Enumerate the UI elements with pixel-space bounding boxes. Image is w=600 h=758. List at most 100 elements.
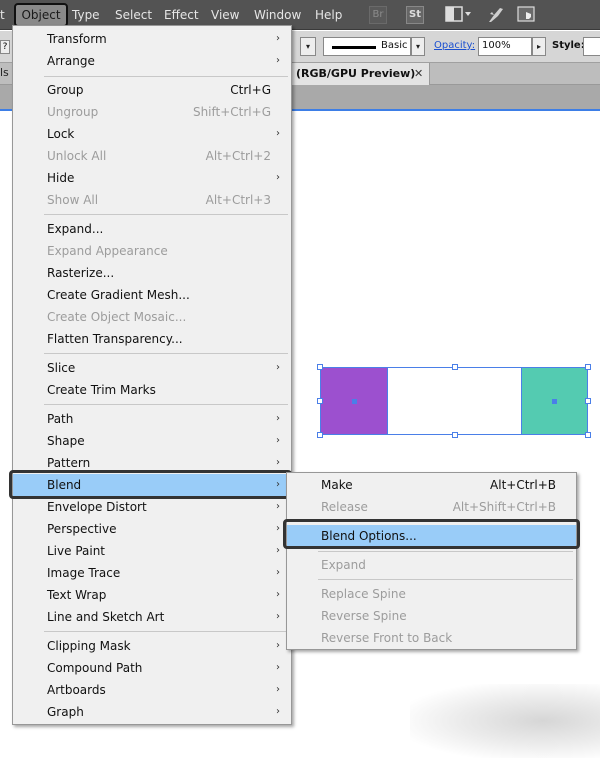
- submenu-item-expand[interactable]: Expand: [287, 554, 576, 576]
- menu-item-hide[interactable]: Hide ›: [13, 167, 291, 189]
- illustrator-window: { "menubar": { "partial_left": "t", "ite…: [0, 0, 600, 758]
- close-tab-icon[interactable]: ✕: [414, 63, 423, 85]
- menu-item-artboards[interactable]: Artboards ›: [13, 679, 291, 701]
- stroke-profile-dropdown[interactable]: ▾: [411, 37, 425, 56]
- document-tab-label: (RGB/GPU Preview): [296, 67, 416, 80]
- opacity-input[interactable]: 100%: [478, 37, 532, 56]
- menu-item-text-wrap[interactable]: Text Wrap ›: [13, 584, 291, 606]
- submenu-arrow-icon: ›: [276, 172, 280, 183]
- menu-item-line-sketch-art[interactable]: Line and Sketch Art ›: [13, 606, 291, 628]
- menu-separator: [44, 404, 288, 405]
- stock-icon[interactable]: St: [406, 6, 424, 24]
- menu-item-envelope-distort[interactable]: Envelope Distort ›: [13, 496, 291, 518]
- menu-item-expand-appearance[interactable]: Expand Appearance: [13, 240, 291, 262]
- menu-item-label: Artboards: [47, 683, 106, 697]
- submenu-arrow-icon: ›: [276, 611, 280, 622]
- menu-item-label: Hide: [47, 171, 75, 185]
- menu-item-label: Expand...: [47, 222, 104, 236]
- submenu-arrow-icon: ›: [276, 55, 280, 66]
- menu-separator: [44, 76, 288, 77]
- resize-handle-mr[interactable]: [585, 398, 591, 404]
- menu-item-gradient-mesh[interactable]: Create Gradient Mesh...: [13, 284, 291, 306]
- style-label: Style:: [552, 40, 585, 51]
- resize-handle-tl[interactable]: [317, 364, 323, 370]
- menu-item-compound-path[interactable]: Compound Path ›: [13, 657, 291, 679]
- submenu-item-reverse-spine[interactable]: Reverse Spine: [287, 605, 576, 627]
- opacity-arrow[interactable]: ▸: [532, 37, 546, 56]
- menu-partial-item[interactable]: t: [0, 0, 5, 30]
- menu-separator: [318, 551, 573, 552]
- submenu-item-replace-spine[interactable]: Replace Spine: [287, 583, 576, 605]
- menu-object-label: Object: [21, 8, 61, 22]
- blurred-shape: [410, 684, 600, 758]
- resize-handle-bc[interactable]: [452, 432, 458, 438]
- menu-separator: [44, 353, 288, 354]
- resize-handle-bl[interactable]: [317, 432, 323, 438]
- bridge-icon[interactable]: Br: [369, 6, 387, 24]
- menu-item-shortcut: Alt+Shift+Ctrl+B: [452, 500, 556, 514]
- menu-item-show-all[interactable]: Show All Alt+Ctrl+3: [13, 189, 291, 211]
- menu-item-perspective[interactable]: Perspective ›: [13, 518, 291, 540]
- menu-separator: [318, 579, 573, 580]
- menu-item-label: Expand Appearance: [47, 244, 168, 258]
- gpu-rocket-icon[interactable]: [486, 5, 506, 25]
- stroke-profile-box[interactable]: Basic: [323, 37, 411, 56]
- resize-handle-ml[interactable]: [317, 398, 323, 404]
- menu-item-lock[interactable]: Lock ›: [13, 123, 291, 145]
- menu-help[interactable]: Help: [315, 0, 342, 30]
- menu-item-expand[interactable]: Expand...: [13, 218, 291, 240]
- menu-item-label: Replace Spine: [321, 587, 406, 601]
- menu-item-flatten-transparency[interactable]: Flatten Transparency...: [13, 328, 291, 350]
- tab-partial-label: ls: [0, 66, 9, 79]
- menu-item-graph[interactable]: Graph ›: [13, 701, 291, 723]
- menu-item-label: Slice: [47, 361, 76, 375]
- stroke-weight-dropdown[interactable]: ▾: [300, 37, 316, 56]
- menu-item-shortcut: Alt+Ctrl+3: [205, 193, 271, 207]
- submenu-arrow-icon: ›: [276, 662, 280, 673]
- menu-item-label: Group: [47, 83, 84, 97]
- stroke-preview: [332, 46, 376, 49]
- menu-item-shortcut: Shift+Ctrl+G: [192, 105, 271, 119]
- opacity-label[interactable]: Opacity:: [434, 40, 475, 51]
- menu-item-label: Graph: [47, 705, 84, 719]
- menu-item-rasterize[interactable]: Rasterize...: [13, 262, 291, 284]
- resize-handle-br[interactable]: [585, 432, 591, 438]
- resize-handle-tc[interactable]: [452, 364, 458, 370]
- blend-submenu: Make Alt+Ctrl+B Release Alt+Shift+Ctrl+B B…: [286, 472, 577, 650]
- submenu-arrow-icon: ›: [276, 501, 280, 512]
- menu-item-slice[interactable]: Slice ›: [13, 357, 291, 379]
- menu-item-ungroup[interactable]: Ungroup Shift+Ctrl+G: [13, 101, 291, 123]
- menu-item-label: Arrange: [47, 54, 95, 68]
- center-point-left: [352, 399, 357, 404]
- menu-item-transform[interactable]: Transform ›: [13, 28, 291, 50]
- menu-item-label: Clipping Mask: [47, 639, 131, 653]
- submenu-item-release[interactable]: Release Alt+Shift+Ctrl+B: [287, 496, 576, 518]
- help-question[interactable]: ?: [0, 40, 10, 54]
- menu-item-trim-marks[interactable]: Create Trim Marks: [13, 379, 291, 401]
- resize-handle-tr[interactable]: [585, 364, 591, 370]
- menu-item-object-mosaic[interactable]: Create Object Mosaic...: [13, 306, 291, 328]
- menu-item-unlock-all[interactable]: Unlock All Alt+Ctrl+2: [13, 145, 291, 167]
- menu-item-clipping-mask[interactable]: Clipping Mask ›: [13, 635, 291, 657]
- document-tab[interactable]: (RGB/GPU Preview): [285, 63, 430, 85]
- menu-item-label: Shape: [47, 434, 85, 448]
- arrange-documents-icon[interactable]: [445, 6, 473, 24]
- submenu-item-make[interactable]: Make Alt+Ctrl+B: [287, 474, 576, 496]
- submenu-arrow-icon: ›: [276, 33, 280, 44]
- menu-item-label: Reverse Front to Back: [321, 631, 453, 645]
- menu-object-active[interactable]: Object: [14, 3, 68, 27]
- menu-item-path[interactable]: Path ›: [13, 408, 291, 430]
- menu-item-label: Transform: [47, 32, 107, 46]
- blend-options-highlight-frame: [283, 519, 580, 549]
- menu-item-group[interactable]: Group Ctrl+G: [13, 79, 291, 101]
- menu-item-arrange[interactable]: Arrange ›: [13, 50, 291, 72]
- menu-item-shape[interactable]: Shape ›: [13, 430, 291, 452]
- style-swatch[interactable]: [583, 37, 600, 56]
- submenu-arrow-icon: ›: [276, 523, 280, 534]
- menu-item-label: Envelope Distort: [47, 500, 147, 514]
- touch-workspace-icon[interactable]: [517, 5, 539, 25]
- menu-item-label: Release: [321, 500, 368, 514]
- menu-item-image-trace[interactable]: Image Trace ›: [13, 562, 291, 584]
- menu-item-live-paint[interactable]: Live Paint ›: [13, 540, 291, 562]
- submenu-item-reverse-front-back[interactable]: Reverse Front to Back: [287, 627, 576, 649]
